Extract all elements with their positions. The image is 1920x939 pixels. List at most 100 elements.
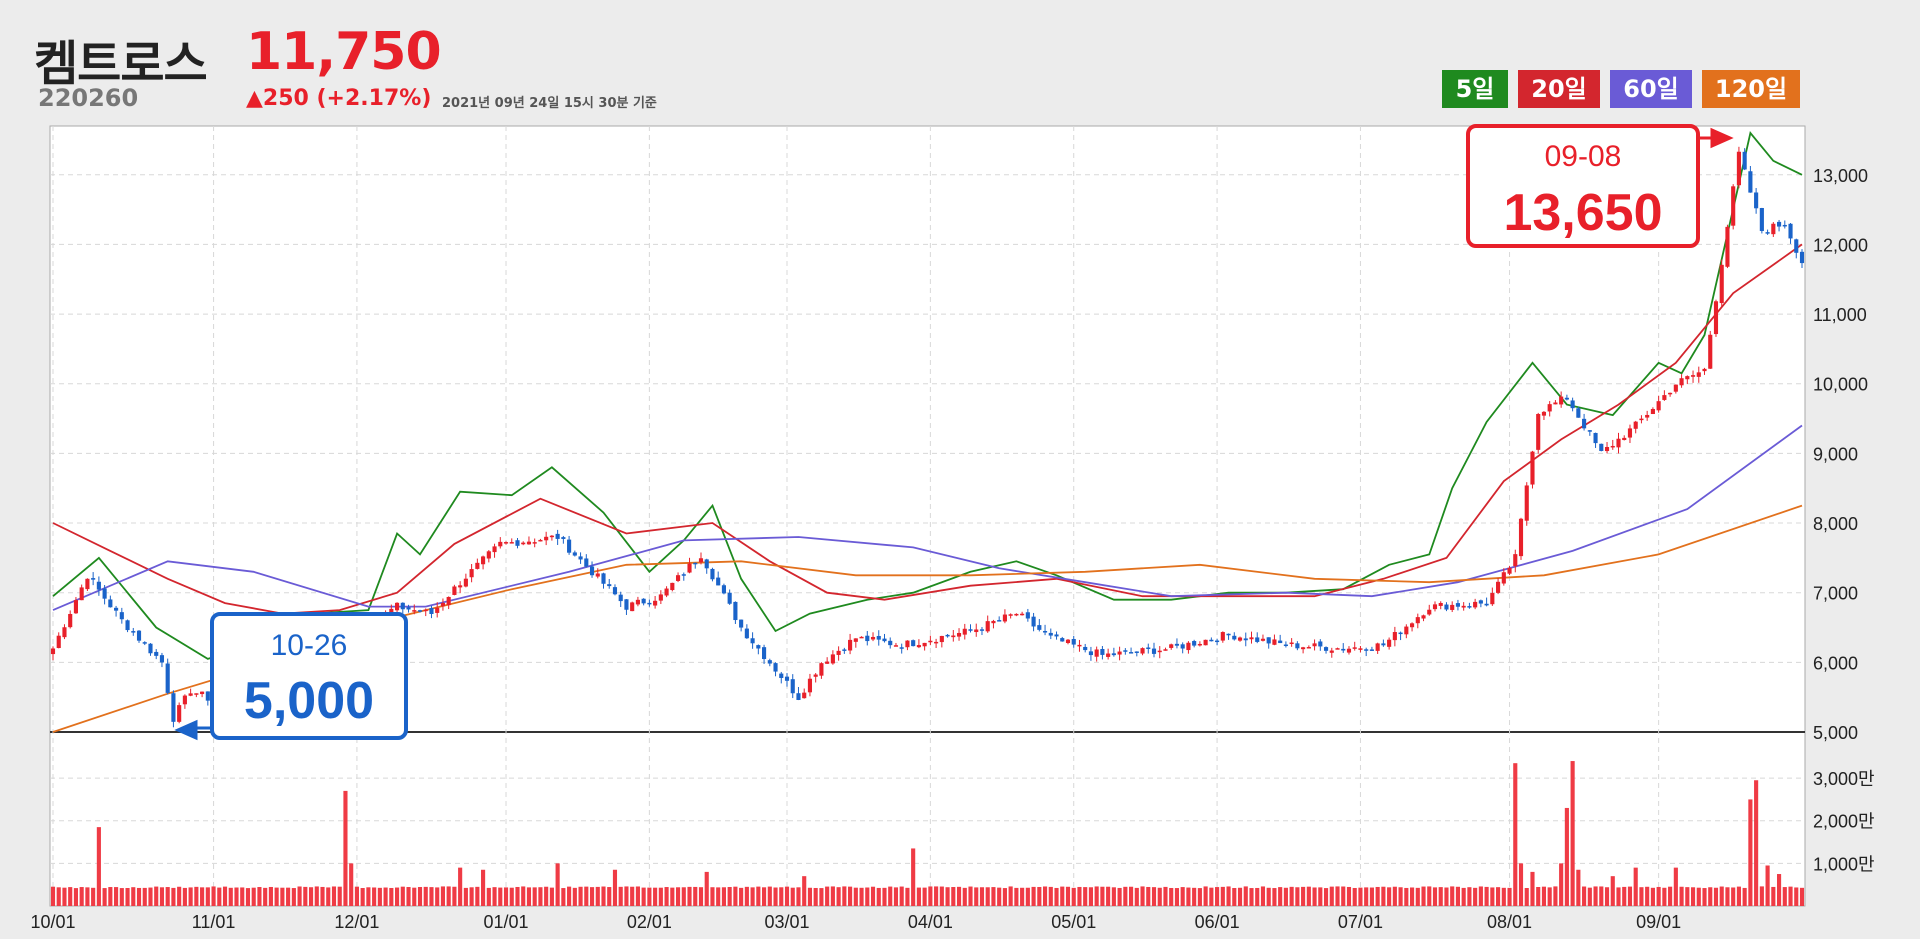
volume-bar [991,887,996,906]
volume-bar [131,887,136,906]
volume-bar [171,887,176,906]
volume-bar [274,887,279,906]
candle-body [532,542,537,544]
candle-body [1559,396,1564,405]
candle-body [1444,604,1449,610]
candle-body [1151,648,1157,654]
volume-bar [1496,887,1501,906]
candle-body [1278,640,1283,644]
candle-body [205,691,210,701]
x-tick-label: 04/01 [908,912,953,932]
candle-body [1633,421,1638,429]
candle-body [1140,648,1145,654]
volume-bar [1415,887,1420,906]
volume-bar [1088,887,1093,906]
candle-body [1375,643,1380,651]
candle-body [1415,617,1420,624]
candle-body [727,592,732,604]
candle-body [1541,411,1547,416]
candle-body [1020,613,1025,616]
volume-bar [1031,886,1036,906]
candle-body [509,542,514,544]
candle-body [1404,626,1409,635]
volume-bar [687,886,692,906]
candle-body [440,603,446,607]
volume-bar [475,886,480,906]
candle-body [607,584,612,587]
candle-body [1593,432,1598,444]
volume-bar [1329,886,1334,906]
candle-body [1461,605,1466,608]
volume-bar [675,887,681,906]
candle-body [1323,647,1329,651]
candle-body [1582,418,1587,429]
volume-bar [1444,887,1449,906]
x-tick-label: 11/01 [192,912,236,932]
volume-bar [1042,886,1048,906]
volume-bar [1438,887,1443,906]
candle-body [452,586,457,595]
candle-body [1599,443,1604,451]
x-tick-label: 01/01 [483,912,528,932]
volume-bar [62,887,67,906]
volume-bar [893,887,899,906]
candle-body [911,640,916,647]
candle-body [641,598,646,604]
volume-bar [515,886,520,906]
volume-bar [1708,887,1713,906]
volume-bar [561,888,566,906]
volume-bar [750,887,755,906]
volume-bar [842,886,847,906]
candle-body [1260,638,1266,641]
candle-body [1071,638,1076,645]
candle-body [125,620,130,631]
candle-body [1656,401,1661,411]
low-callout-value: 5,000 [244,672,374,730]
candle-body [612,587,618,595]
price-tick-label: 5,000 [1813,723,1858,743]
volume-bar [165,887,170,906]
candle-body [1387,639,1392,647]
volume-bar [716,887,721,906]
volume-bar [693,886,698,906]
candle-body [1731,186,1736,226]
candle-body [584,558,589,567]
volume-bar [572,887,577,906]
volume-bar [1461,887,1466,906]
volume-bar [1260,886,1266,906]
volume-bar [779,887,784,906]
candle-body [1065,639,1071,644]
candle-body [1776,221,1782,227]
price-tick-label: 6,000 [1813,653,1858,673]
volume-bar [1008,886,1013,906]
volume-bar [876,887,881,906]
candle-body [922,642,927,647]
volume-bar [1117,887,1122,906]
volume-bar [1387,887,1392,906]
candle-body [1226,633,1231,636]
volume-bar [905,887,910,906]
candle-body [1249,637,1254,640]
volume-bar [653,887,658,906]
volume-bar [727,886,732,906]
candle-body [406,607,411,610]
volume-bar [297,886,302,906]
candle-body [681,574,686,576]
volume-bar [1237,887,1243,906]
volume-bar [1668,886,1673,906]
volume-bar [320,886,325,906]
volume-bar [1432,887,1438,906]
volume-bar [1610,876,1615,906]
candle-body [561,537,566,539]
volume-bar [939,886,944,906]
candle-body [62,627,67,638]
candle-body [1794,239,1799,253]
candle-body [1432,604,1438,610]
volume-bar [589,887,595,906]
candle-body [1570,400,1575,409]
volume-bar [188,887,193,906]
candle-body [148,643,153,654]
volume-bar [1341,886,1346,906]
candle-body [635,599,640,605]
volume-bar [389,887,394,906]
